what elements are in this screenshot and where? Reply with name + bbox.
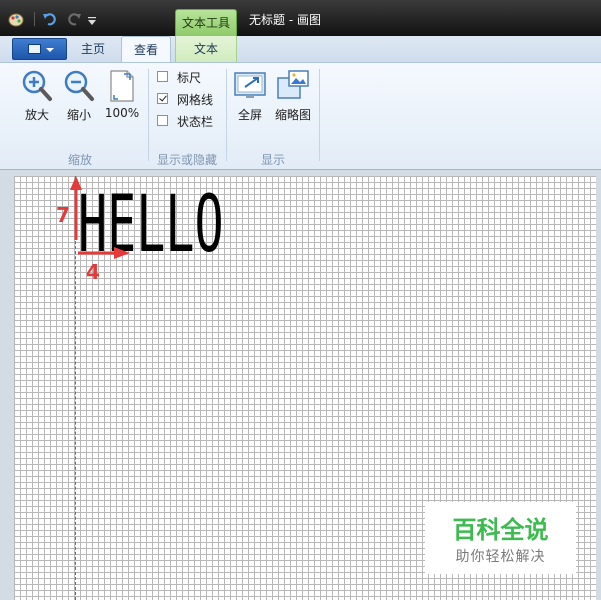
thumbnail-icon (277, 70, 309, 99)
ruler-label: 标尺 (177, 71, 202, 85)
fullscreen-label: 全屏 (237, 108, 262, 122)
canvas-area[interactable]: HELLO 7 4 百科全说 助你轻松解决 (0, 170, 601, 600)
thumbnail-label: 缩略图 (274, 108, 311, 122)
annotation-number-four: 4 (86, 260, 100, 284)
group-separator (148, 69, 149, 161)
statusbar-checkbox[interactable] (157, 115, 168, 126)
show-hide-group-label: 显示或隐藏 (156, 153, 217, 167)
group-separator (319, 69, 320, 161)
zoom-in-icon (22, 70, 52, 101)
display-group-label: 显示 (260, 153, 285, 167)
thumbnail-button[interactable]: 缩略图 (272, 69, 314, 123)
group-separator (226, 69, 227, 161)
ribbon-panel: 放大 缩小 100% 缩放 标尺 网格线 状态栏 显示或隐藏 全屏 缩略图 显示 (0, 62, 601, 170)
zoom-100-label: 100% (104, 106, 140, 120)
zoom-in-label: 放大 (24, 108, 49, 122)
zoom-out-icon (64, 70, 94, 101)
customize-quick-access-icon[interactable] (87, 13, 97, 29)
tab-view[interactable]: 查看 (121, 36, 171, 63)
zoom-group-label: 缩放 (67, 153, 92, 167)
tab-home[interactable]: 主页 (67, 36, 119, 62)
fullscreen-button[interactable]: 全屏 (232, 69, 268, 123)
document-icon (28, 44, 41, 54)
ruler-checkbox[interactable] (157, 71, 168, 82)
zoom-out-button[interactable]: 缩小 (62, 69, 96, 123)
text-tools-context-header: 文本工具 (175, 9, 237, 36)
statusbar-label: 状态栏 (177, 115, 214, 129)
tab-text[interactable]: 文本 (175, 36, 237, 62)
horizontal-arrow (78, 247, 130, 259)
ribbon-tab-row: 主页 查看 文本 (0, 36, 601, 63)
window-title: 无标题 - 画图 (249, 13, 321, 27)
paint-app-icon[interactable] (8, 11, 24, 27)
zoom-out-label: 缩小 (66, 108, 91, 122)
gridlines-label: 网格线 (177, 93, 214, 107)
zoom-in-button[interactable]: 放大 (20, 69, 54, 123)
annotation-number-seven: 7 (56, 203, 70, 227)
title-bar: 文本工具 无标题 - 画图 (0, 0, 601, 36)
watermark: 百科全说 助你轻松解决 (425, 502, 576, 574)
chevron-down-icon (46, 48, 54, 52)
watermark-title: 百科全说 (452, 516, 549, 544)
undo-icon[interactable] (42, 11, 58, 27)
watermark-subtitle: 助你轻松解决 (455, 549, 546, 565)
quick-access-separator (34, 12, 35, 26)
gridlines-checkbox[interactable] (157, 93, 168, 104)
redo-icon[interactable] (66, 11, 82, 27)
paint-menu-button[interactable] (12, 38, 67, 60)
actual-size-page-icon (110, 70, 134, 102)
vertical-arrow (70, 176, 82, 240)
fullscreen-icon (234, 72, 266, 98)
zoom-100-button[interactable]: 100% (104, 69, 140, 120)
